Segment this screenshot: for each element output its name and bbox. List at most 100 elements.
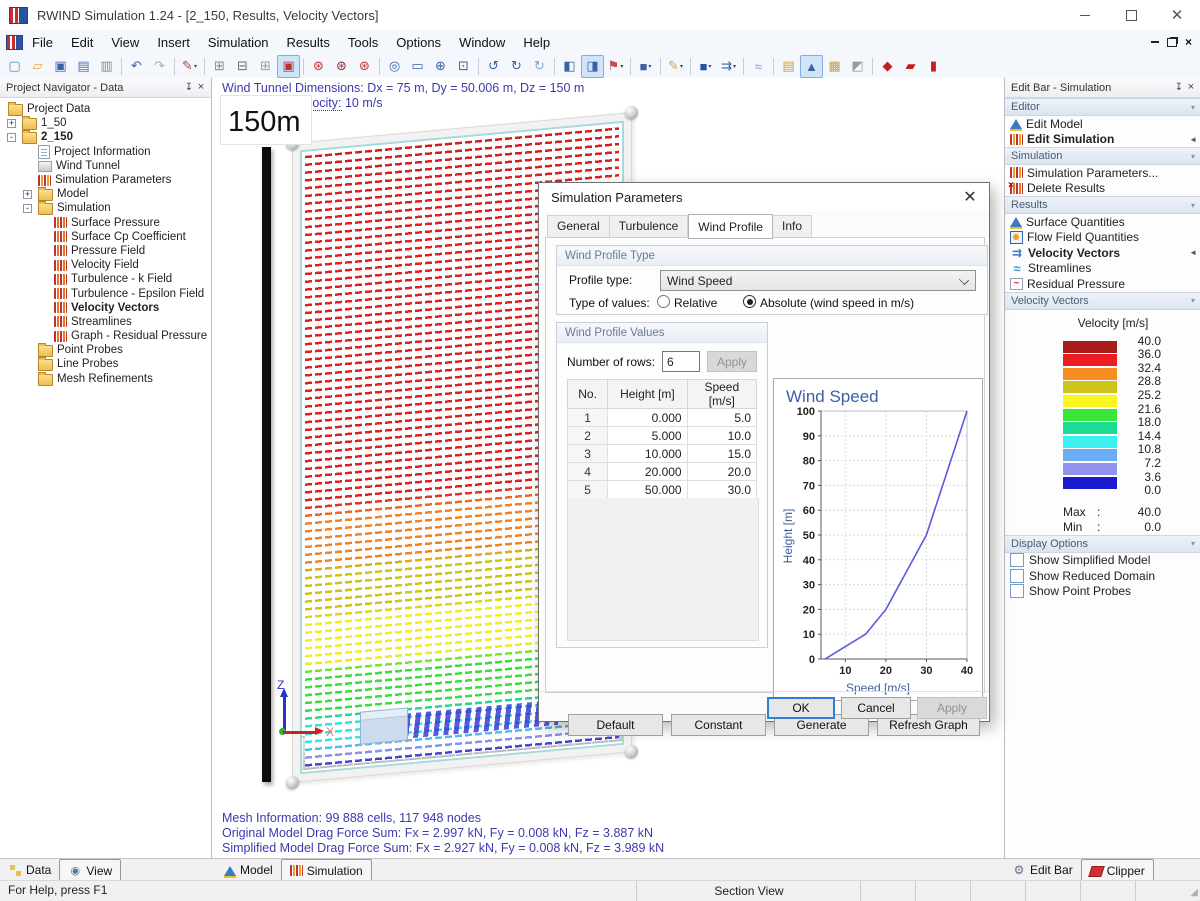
button-ok[interactable]: OK bbox=[767, 697, 835, 719]
tree-item-surface-cp-coefficient[interactable]: Surface Cp Coefficient bbox=[0, 230, 211, 244]
toolbar-snap-points-icon[interactable]: ⊟ bbox=[231, 55, 254, 78]
toolbar-open-file-icon[interactable]: ▱ bbox=[26, 55, 49, 78]
section-header-velocity-vectors[interactable]: Velocity Vectors▾ bbox=[1005, 292, 1200, 310]
editbar-item-velocity-vectors[interactable]: ⇉Velocity Vectors◄ bbox=[1005, 245, 1200, 261]
pane-tab-edit-bar[interactable]: ⚙Edit Bar bbox=[1004, 860, 1081, 881]
rows-apply-button[interactable]: Apply bbox=[707, 351, 757, 372]
tree-item-wind-tunnel[interactable]: Wind Tunnel bbox=[0, 159, 211, 173]
dialog-tab-wind-profile[interactable]: Wind Profile bbox=[688, 214, 773, 239]
tree-item-velocity-vectors[interactable]: Velocity Vectors bbox=[0, 301, 211, 315]
menu-insert[interactable]: Insert bbox=[148, 32, 199, 53]
toolbar-redo-icon[interactable]: ↷ bbox=[148, 55, 171, 78]
mdi-restore-icon[interactable] bbox=[1167, 38, 1177, 47]
button-default[interactable]: Default bbox=[568, 714, 663, 736]
handle-sphere-bottom-left[interactable] bbox=[286, 775, 299, 789]
toolbar-clipper-y-icon[interactable]: ▰ bbox=[899, 55, 922, 78]
menu-file[interactable]: File bbox=[23, 32, 62, 53]
toolbar-zoom-in-icon[interactable]: ⊕ bbox=[429, 55, 452, 78]
pane-tab-model[interactable]: Model bbox=[216, 860, 281, 881]
toolbar-display-mode-icon[interactable]: ⚑▾ bbox=[604, 55, 627, 78]
editbar-close-icon[interactable]: × bbox=[1185, 82, 1197, 94]
editbar-item-simulation-parameters[interactable]: Simulation Parameters... bbox=[1005, 165, 1200, 181]
value-cell[interactable]: 20.000 bbox=[608, 463, 687, 481]
section-header-simulation[interactable]: Simulation▾ bbox=[1005, 147, 1200, 165]
toolbar-zoom-fit-icon[interactable]: ⊡ bbox=[452, 55, 475, 78]
menu-tools[interactable]: Tools bbox=[339, 32, 387, 53]
number-of-rows-input[interactable]: 6 bbox=[662, 351, 700, 372]
button-cancel[interactable]: Cancel bbox=[841, 697, 911, 719]
tree-item-project-data[interactable]: Project Data bbox=[0, 102, 211, 116]
tree-item-simulation[interactable]: -Simulation bbox=[0, 201, 211, 215]
toolbar-undo-icon[interactable]: ↶ bbox=[125, 55, 148, 78]
dialog-tab-turbulence[interactable]: Turbulence bbox=[610, 215, 689, 238]
value-cell[interactable]: 10.0 bbox=[687, 427, 756, 445]
toolbar-model-view-icon[interactable]: ■▾ bbox=[634, 55, 657, 78]
checkbox-unchecked-icon[interactable] bbox=[1010, 569, 1024, 583]
display-option-show-point-probes[interactable]: Show Point Probes bbox=[1005, 584, 1200, 600]
tree-item-line-probes[interactable]: Line Probes bbox=[0, 357, 211, 371]
menu-window[interactable]: Window bbox=[450, 32, 514, 53]
relative-radio[interactable] bbox=[657, 295, 670, 308]
checkbox-unchecked-icon[interactable] bbox=[1010, 553, 1024, 567]
tree-item-turbulence-epsilon-field[interactable]: Turbulence - Epsilon Field bbox=[0, 286, 211, 300]
tree-expander-icon[interactable]: + bbox=[7, 119, 16, 128]
editbar-pin-icon[interactable]: ↧ bbox=[1173, 82, 1185, 94]
tree-item-2-150[interactable]: -2_150 bbox=[0, 130, 211, 144]
pane-tab-clipper[interactable]: Clipper bbox=[1081, 859, 1154, 881]
handle-sphere-bottom-right[interactable] bbox=[625, 745, 638, 759]
display-option-show-reduced-domain[interactable]: Show Reduced Domain bbox=[1005, 568, 1200, 584]
toolbar-probe-add-icon[interactable]: ▤ bbox=[777, 55, 800, 78]
section-header-display-options[interactable]: Display Options▾ bbox=[1005, 535, 1200, 553]
menu-results[interactable]: Results bbox=[278, 32, 339, 53]
value-cell[interactable]: 30.0 bbox=[687, 481, 756, 499]
editbar-item-delete-results[interactable]: Delete Results bbox=[1005, 181, 1200, 197]
toolbar-probe-edit-icon[interactable]: ▦ bbox=[823, 55, 846, 78]
section-header-editor[interactable]: Editor▾ bbox=[1005, 98, 1200, 116]
menu-simulation[interactable]: Simulation bbox=[199, 32, 278, 53]
navigator-pin-icon[interactable]: ↧ bbox=[183, 82, 195, 94]
toolbar-probe-show-icon[interactable]: ▲ bbox=[800, 55, 823, 78]
absolute-radio[interactable] bbox=[743, 295, 756, 308]
menu-options[interactable]: Options bbox=[387, 32, 450, 53]
toolbar-rotate-left-icon[interactable]: ↺ bbox=[482, 55, 505, 78]
dialog-tab-general[interactable]: General bbox=[547, 215, 610, 238]
tree-item-pressure-field[interactable]: Pressure Field bbox=[0, 244, 211, 258]
table-row[interactable]: 310.00015.0 bbox=[568, 445, 757, 463]
toolbar-project-table-icon[interactable]: ▤ bbox=[72, 55, 95, 78]
tree-item-velocity-field[interactable]: Velocity Field bbox=[0, 258, 211, 272]
table-row[interactable]: 25.00010.0 bbox=[568, 427, 757, 445]
tree-item-model[interactable]: +Model bbox=[0, 187, 211, 201]
profile-type-dropdown[interactable]: Wind Speed bbox=[660, 270, 976, 291]
tree-expander-icon[interactable]: + bbox=[23, 190, 32, 199]
value-cell[interactable]: 10.000 bbox=[608, 445, 687, 463]
menu-help[interactable]: Help bbox=[514, 32, 559, 53]
checkbox-unchecked-icon[interactable] bbox=[1010, 584, 1024, 598]
toolbar-zones-icon[interactable]: ▣ bbox=[277, 55, 300, 78]
section-header-results[interactable]: Results▾ bbox=[1005, 196, 1200, 214]
value-cell[interactable]: 0.000 bbox=[608, 409, 687, 427]
pane-tab-view[interactable]: ◉View bbox=[59, 859, 121, 881]
display-option-show-simplified-model[interactable]: Show Simplified Model bbox=[1005, 553, 1200, 569]
mdi-close-icon[interactable]: × bbox=[1185, 37, 1192, 47]
table-row[interactable]: 550.00030.0 bbox=[568, 481, 757, 499]
toolbar-zoom-window-icon[interactable]: ▭ bbox=[406, 55, 429, 78]
toolbar-edit-object-icon[interactable]: ✎▾ bbox=[178, 55, 201, 78]
toolbar-streamline-view-icon[interactable]: ≈ bbox=[747, 55, 770, 78]
toolbar-wind-load-3-icon[interactable]: ⊛ bbox=[353, 55, 376, 78]
close-button[interactable]: ✕ bbox=[1154, 0, 1200, 30]
value-cell[interactable]: 15.0 bbox=[687, 445, 756, 463]
tree-item-1-50[interactable]: +1_50 bbox=[0, 116, 211, 130]
toolbar-vectors-view-icon[interactable]: ⇉▾ bbox=[717, 55, 740, 78]
toolbar-solid-view-icon[interactable]: ■▾ bbox=[694, 55, 717, 78]
toolbar-save-icon[interactable]: ▣ bbox=[49, 55, 72, 78]
toolbar-clipper-x-icon[interactable]: ◆ bbox=[876, 55, 899, 78]
tree-item-simulation-parameters[interactable]: Simulation Parameters bbox=[0, 173, 211, 187]
toolbar-snap-lines-icon[interactable]: ⊞ bbox=[254, 55, 277, 78]
editbar-item-edit-model[interactable]: Edit Model bbox=[1005, 116, 1200, 132]
dialog-title-bar[interactable]: Simulation Parameters ✕ bbox=[539, 183, 989, 211]
toolbar-wind-load-1-icon[interactable]: ⊛ bbox=[307, 55, 330, 78]
editbar-item-surface-quantities[interactable]: Surface Quantities bbox=[1005, 214, 1200, 230]
dialog-tab-info[interactable]: Info bbox=[773, 215, 812, 238]
tree-item-streamlines[interactable]: Streamlines bbox=[0, 315, 211, 329]
button-apply[interactable]: Apply bbox=[917, 697, 987, 719]
